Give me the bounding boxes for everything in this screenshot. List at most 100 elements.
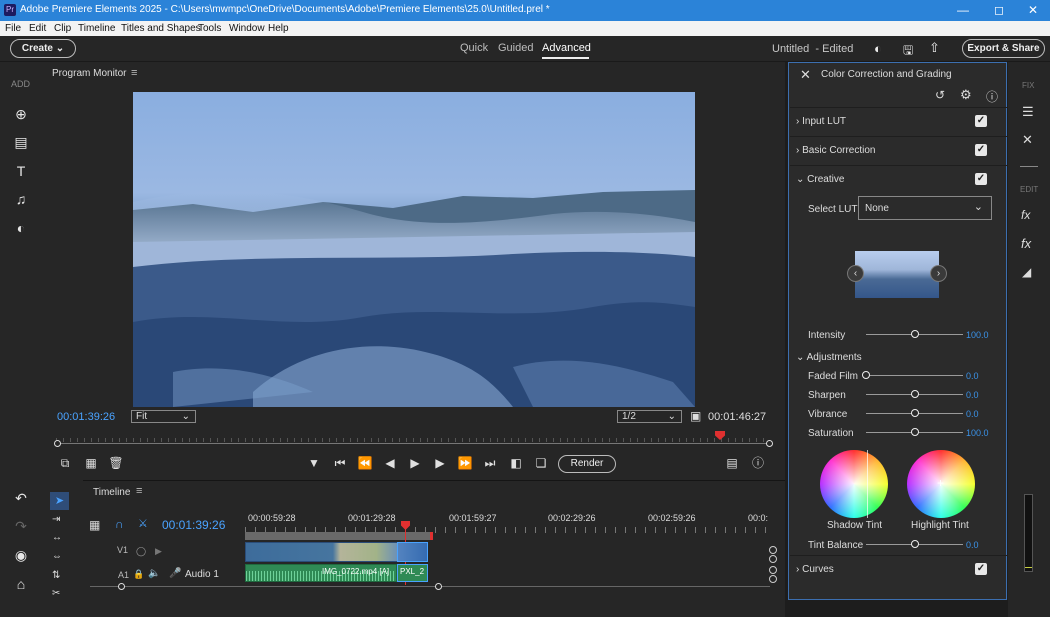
scroll-handle-right[interactable]	[435, 583, 442, 590]
next-lut-icon[interactable]: ›	[930, 265, 947, 282]
monitor-scrubber[interactable]	[56, 443, 770, 444]
work-area-bar[interactable]	[245, 532, 430, 540]
add-media-icon[interactable]: ⊕	[12, 105, 30, 123]
lut-thumbnail[interactable]	[855, 251, 939, 298]
curves-checkbox[interactable]: ✓	[975, 563, 987, 575]
selection-tool-icon[interactable]: ➤	[50, 492, 69, 510]
menu-help[interactable]: Help	[268, 23, 289, 34]
basic-correction-checkbox[interactable]: ✓	[975, 144, 987, 156]
track-zoom-handle[interactable]	[769, 566, 777, 574]
organizer-icon[interactable]: ◉	[12, 546, 30, 564]
ripple-edit-icon[interactable]: ↔	[52, 532, 62, 543]
scroll-handle-left[interactable]	[118, 583, 125, 590]
step-forward-icon[interactable]: ▶	[432, 455, 448, 471]
input-lut-checkbox[interactable]: ✓	[975, 115, 987, 127]
color-icon[interactable]: ◢	[1022, 265, 1031, 279]
fullscreen-icon[interactable]: ▣	[690, 409, 701, 423]
faded-film-slider[interactable]	[866, 375, 963, 376]
monitor-settings-icon[interactable]: ▤	[724, 455, 740, 471]
sharpen-slider-knob[interactable]	[910, 390, 919, 398]
previous-lut-icon[interactable]: ‹	[847, 265, 864, 282]
undo-icon[interactable]: ↶	[12, 489, 30, 507]
help-icon[interactable]: ⓘ	[986, 88, 998, 105]
adjust-icon[interactable]: ☰	[1022, 104, 1034, 120]
maximize-icon[interactable]: ◻	[982, 0, 1016, 21]
help-icon[interactable]: ⓘ	[750, 455, 766, 471]
split-clip-icon[interactable]: ◧	[508, 455, 524, 471]
creative-checkbox[interactable]: ✓	[975, 173, 987, 185]
fast-forward-icon[interactable]: ⏩	[457, 455, 473, 471]
close-window-icon[interactable]: ✕	[1016, 0, 1050, 21]
speaker-icon[interactable]: 🔈	[148, 568, 160, 579]
highlight-tint-wheel[interactable]: +	[907, 450, 975, 518]
track-zoom-handle[interactable]	[769, 546, 777, 554]
track-zoom-handle[interactable]	[769, 575, 777, 583]
music-icon[interactable]: ♫	[12, 190, 30, 208]
graphics-icon[interactable]: ◐	[12, 219, 30, 237]
vibrance-slider-knob[interactable]	[910, 409, 919, 417]
rate-stretch-icon[interactable]: ⇅	[52, 570, 60, 581]
go-to-end-icon[interactable]: ⏭	[482, 455, 498, 471]
saturation-value[interactable]: 100.0	[966, 428, 989, 438]
color-theme-icon[interactable]: ◐	[874, 41, 882, 56]
section-creative[interactable]: ⌄ Creative	[796, 174, 844, 185]
saturation-slider-knob[interactable]	[910, 428, 919, 436]
titles-icon[interactable]: T	[12, 162, 30, 180]
rewind-icon[interactable]: ⏪	[357, 455, 373, 471]
linked-selection-icon[interactable]: ⚔	[138, 517, 148, 530]
section-curves[interactable]: › Curves	[796, 564, 834, 575]
scrubber-start-handle[interactable]	[54, 440, 61, 447]
effects-icon[interactable]: fx	[1021, 208, 1030, 222]
tab-guided[interactable]: Guided	[498, 42, 533, 54]
lock-icon[interactable]: 🔒	[133, 569, 144, 580]
tab-advanced[interactable]: Advanced	[542, 42, 591, 54]
section-basic-correction[interactable]: › Basic Correction	[796, 145, 875, 156]
menu-edit[interactable]: Edit	[29, 23, 46, 34]
menu-timeline[interactable]: Timeline	[78, 23, 115, 34]
menu-window[interactable]: Window	[229, 23, 265, 34]
go-to-start-icon[interactable]: ⏮	[332, 455, 348, 471]
share-icon[interactable]: ⇧	[929, 40, 940, 56]
split-view-icon[interactable]: ▦	[83, 455, 99, 471]
export-share-button[interactable]: Export & Share	[962, 39, 1045, 58]
microphone-icon[interactable]: 🎤	[169, 568, 181, 579]
snapshot-icon[interactable]: ⧉	[57, 455, 73, 471]
video-clip-selected[interactable]	[397, 542, 428, 562]
marker-icon[interactable]: ▼	[306, 455, 322, 471]
save-icon[interactable]: 🖫	[903, 41, 913, 62]
track-visibility-icon[interactable]: ◯	[136, 546, 146, 557]
tint-balance-value[interactable]: 0.0	[966, 540, 979, 550]
video-preview[interactable]	[133, 92, 695, 407]
sharpen-value[interactable]: 0.0	[966, 390, 979, 400]
snap-icon[interactable]: ∩	[115, 517, 124, 531]
track-expand-icon[interactable]: ▶	[155, 546, 162, 557]
track-zoom-handle[interactable]	[769, 555, 777, 563]
faded-film-slider-knob[interactable]	[862, 371, 870, 379]
zoom-dropdown[interactable]: Fit ⌄	[131, 410, 196, 423]
vibrance-value[interactable]: 0.0	[966, 409, 979, 419]
gear-icon[interactable]: ⚙	[960, 87, 972, 103]
section-adjustments[interactable]: ⌄ Adjustments	[796, 352, 862, 363]
step-back-icon[interactable]: ◀	[382, 455, 398, 471]
menu-tools[interactable]: Tools	[198, 23, 221, 34]
timeline-layout-icon[interactable]: ▦	[89, 518, 100, 532]
freeze-frame-icon[interactable]: ❏	[533, 455, 549, 471]
minimize-icon[interactable]: —	[946, 0, 980, 21]
delete-icon[interactable]: 🗑	[108, 455, 124, 471]
close-panel-icon[interactable]: ✕	[800, 67, 811, 83]
audio-clip-2[interactable]: PXL_2	[397, 564, 428, 582]
home-icon[interactable]: ⌂	[12, 575, 30, 593]
applied-effects-icon[interactable]: fx	[1021, 236, 1031, 251]
audio-clip[interactable]: IMG_0722.mp4 [A]	[245, 564, 397, 582]
timeline-menu-icon[interactable]: ≡	[136, 485, 142, 497]
timeline-scrollbar[interactable]	[90, 586, 770, 587]
tint-balance-slider-knob[interactable]	[910, 540, 919, 548]
track-select-icon[interactable]: ⇥	[52, 514, 60, 525]
tab-quick[interactable]: Quick	[460, 42, 488, 54]
project-assets-icon[interactable]: ▤	[12, 133, 30, 151]
shadow-tint-wheel[interactable]	[820, 450, 888, 518]
create-button[interactable]: Create ⌄	[10, 39, 76, 58]
resolution-dropdown[interactable]: 1/2 ⌄	[617, 410, 682, 423]
redo-icon[interactable]: ↷	[12, 517, 30, 535]
section-input-lut[interactable]: › Input LUT	[796, 116, 846, 127]
